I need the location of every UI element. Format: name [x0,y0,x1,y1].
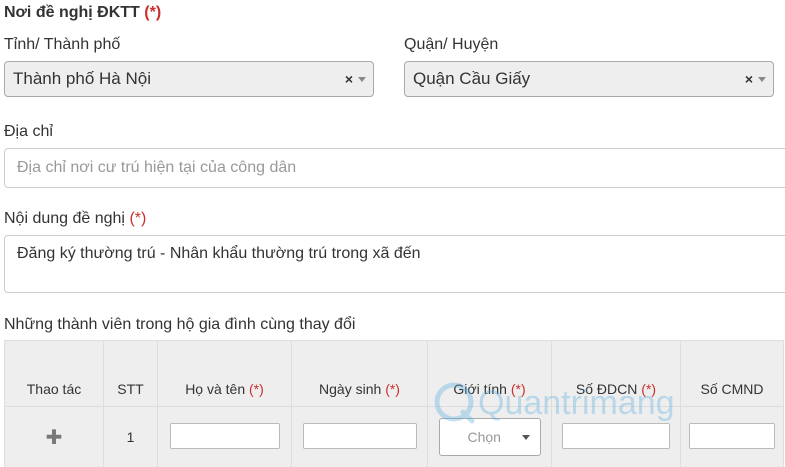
birth-date-input[interactable] [303,423,417,449]
address-placeholder: Địa chỉ nơi cư trú hiện tại của công dân [17,159,296,176]
table-header-row: Thao tác STT Họ và tên (*) Ngày sinh (*)… [5,341,784,407]
row-id-number-cell [552,407,681,467]
province-select[interactable]: Thành phố Hà Nội × [4,61,374,97]
section-title-text: Nơi đề nghị ĐKTT [4,4,140,21]
province-value: Thành phố Hà Nội [13,69,151,88]
gender-select[interactable]: Chọn [439,418,541,456]
district-clear-icon[interactable]: × [745,62,753,96]
column-header-birth-date: Ngày sinh (*) [292,341,428,407]
row-stt-cell: 1 [104,407,158,467]
district-select[interactable]: Quận Cầu Giấy × [404,61,774,97]
column-header-stt: STT [104,341,158,407]
request-content-label-text: Nội dung đề nghị [4,210,125,227]
district-value: Quận Cầu Giấy [413,69,530,88]
address-input[interactable]: Địa chỉ nơi cư trú hiện tại của công dân [4,148,785,188]
chevron-down-icon [358,77,366,82]
required-mark: (*) [144,4,161,21]
gender-select-value: Chọn [468,429,501,445]
request-content-label: Nội dung đề nghị (*) [4,210,146,228]
request-content-value: Đăng ký thường trú - Nhân khẩu thường tr… [17,245,421,262]
request-content-textarea[interactable]: Đăng ký thường trú - Nhân khẩu thường tr… [4,235,785,293]
row-birth-date-cell [292,407,428,467]
district-label: Quận/ Huyện [404,36,498,54]
province-clear-icon[interactable]: × [345,62,353,96]
province-label: Tỉnh/ Thành phố [4,36,120,54]
address-label: Địa chỉ [4,123,53,141]
column-header-full-name: Họ và tên (*) [158,341,292,407]
table-row: ✚ 1 Chọn [5,407,784,467]
row-actions-cell: ✚ [5,407,104,467]
column-header-gender: Giới tính (*) [428,341,552,407]
row-gender-cell: Chọn [428,407,552,467]
cmnd-input[interactable] [689,423,775,449]
id-number-input[interactable] [562,423,670,449]
chevron-down-icon [758,77,766,82]
section-title: Nơi đề nghị ĐKTT (*) [4,4,161,22]
members-title: Những thành viên trong hộ gia đình cùng … [4,316,355,334]
row-full-name-cell [158,407,292,467]
members-table: Thao tác STT Họ và tên (*) Ngày sinh (*)… [4,340,784,467]
column-header-actions: Thao tác [5,341,104,407]
full-name-input[interactable] [170,423,280,449]
plus-icon[interactable]: ✚ [46,427,63,449]
chevron-down-icon [522,435,530,440]
row-cmnd-cell [681,407,784,467]
required-mark: (*) [129,210,146,227]
column-header-cmnd: Số CMND [681,341,784,407]
column-header-id-number: Số ĐDCN (*) [552,341,681,407]
